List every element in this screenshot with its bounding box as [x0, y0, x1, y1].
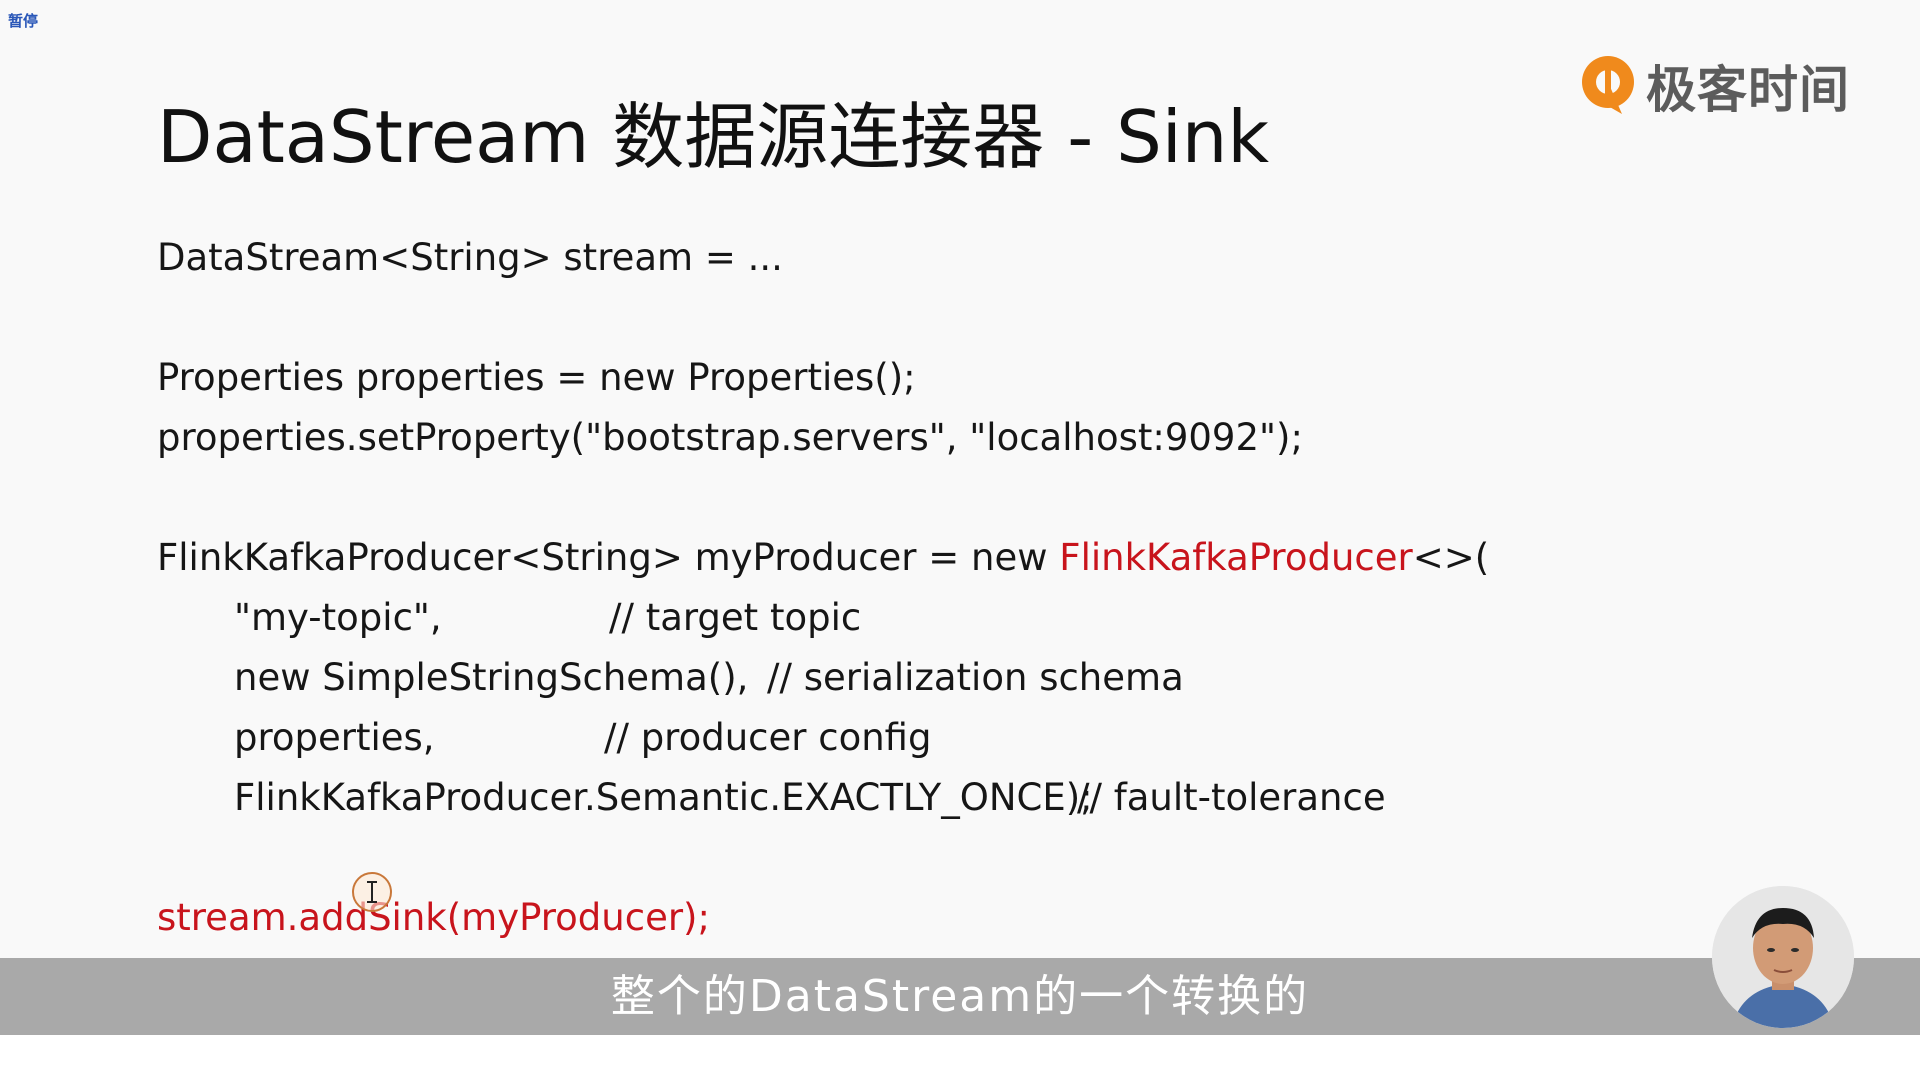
code-line: "my-topic", // target topic	[157, 588, 1489, 648]
code-line: FlinkKafkaProducer.Semantic.EXACTLY_ONCE…	[157, 768, 1489, 828]
code-line: properties.setProperty("bootstrap.server…	[157, 416, 1303, 459]
subtitle-text: 整个的DataStream的一个转换的	[610, 971, 1310, 1022]
code-line: new SimpleStringSchema(), // serializati…	[157, 648, 1489, 708]
code-text: <>(	[1412, 536, 1490, 579]
code-text: FlinkKafkaProducer<String> myProducer = …	[157, 536, 1060, 579]
brand-name: 极客时间	[1646, 61, 1850, 119]
code-line: DataStream<String> stream = ...	[157, 236, 783, 279]
code-arg: properties,	[234, 716, 435, 759]
subtitle-bar: 整个的DataStream的一个转换的	[0, 958, 1920, 1035]
pause-indicator[interactable]: 暂停	[8, 10, 38, 31]
code-comment: // producer config	[604, 716, 932, 759]
code-line: FlinkKafkaProducer<String> myProducer = …	[157, 528, 1489, 588]
code-arg: FlinkKafkaProducer.Semantic.EXACTLY_ONCE…	[234, 776, 1093, 819]
video-frame: 暂停 DataStream 数据源连接器 - Sink 极客时间 DataStr…	[0, 0, 1920, 1080]
code-comment: // target topic	[609, 596, 862, 639]
text-cursor-icon	[352, 872, 392, 912]
geektime-logo-icon	[1582, 56, 1634, 114]
code-arg: "my-topic",	[234, 596, 442, 639]
presenter-avatar	[1712, 886, 1854, 1028]
code-arg: new SimpleStringSchema(),	[234, 656, 749, 699]
highlighted-class: FlinkKafkaProducer	[1059, 536, 1413, 579]
code-comment: // serialization schema	[767, 656, 1184, 699]
code-block: DataStream<String> stream = ... Properti…	[157, 228, 1489, 948]
slide-title: DataStream 数据源连接器 - Sink	[157, 95, 1270, 179]
brand-logo: 极客时间	[1578, 50, 1850, 122]
code-comment: // fault-tolerance	[1077, 776, 1386, 819]
bottom-strip	[0, 1035, 1920, 1080]
code-line: Properties properties = new Properties()…	[157, 356, 916, 399]
person-icon	[1712, 886, 1854, 1028]
code-line: properties, // producer config	[157, 708, 1489, 768]
